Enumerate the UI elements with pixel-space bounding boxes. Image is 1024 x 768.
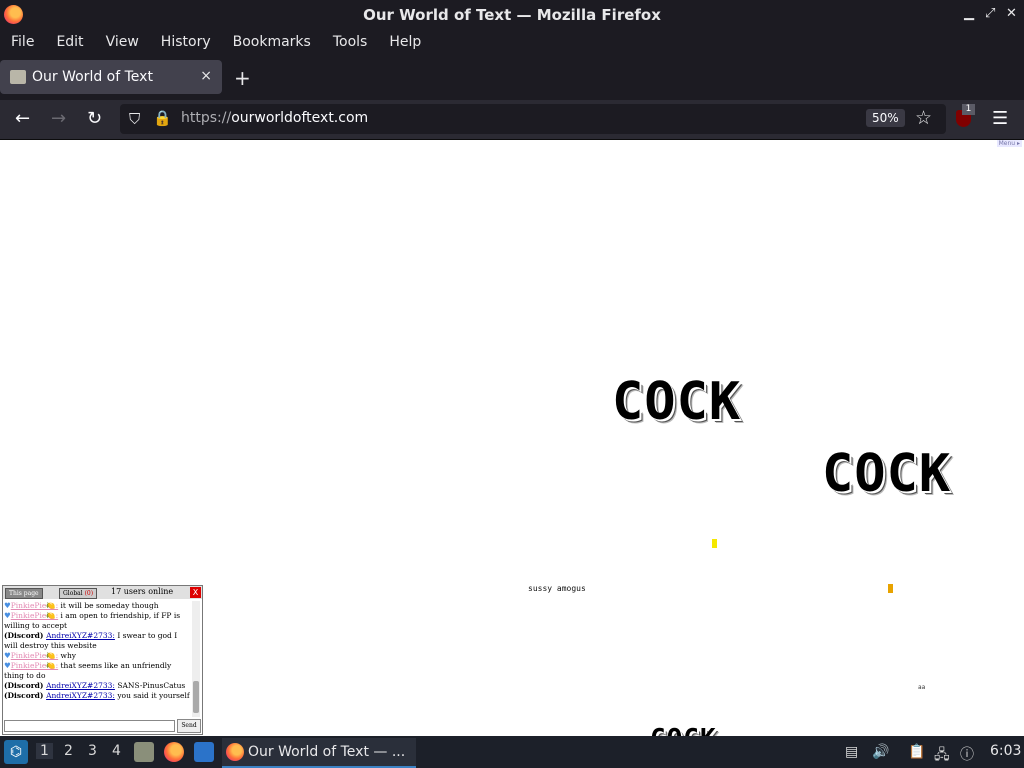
orange-cell <box>888 584 893 593</box>
chat-source-tag: (Discord) <box>4 691 47 700</box>
tab-close-icon[interactable]: × <box>200 68 212 84</box>
menu-view[interactable]: View <box>106 34 139 50</box>
firefox-launcher-icon[interactable] <box>164 742 184 762</box>
heart-icon: ♥ <box>4 611 11 620</box>
volume-icon[interactable]: 🔊 <box>872 744 889 760</box>
chat-nickname[interactable]: AndreiXYZ#2733: <box>46 681 115 690</box>
canvas-text: sussy amogus <box>528 584 586 593</box>
ascii-art-text: COCK <box>650 724 717 736</box>
zoom-level-button[interactable]: 50% <box>866 109 905 127</box>
restore-icon[interactable]: ⤢ <box>985 6 995 21</box>
minimize-icon[interactable]: ▁ <box>964 6 974 21</box>
ascii-art-text: COCK <box>822 444 952 504</box>
chat-message-text: you said it yourself <box>114 691 190 700</box>
canvas-text: aa <box>918 684 926 691</box>
lock-icon[interactable]: 🔒 <box>153 109 172 127</box>
chat-source-tag: (Discord) <box>4 681 47 690</box>
tray-storage-icon[interactable]: ▤ <box>845 744 858 760</box>
bookmark-star-icon[interactable]: ☆ <box>915 107 932 129</box>
start-menu-icon[interactable]: ⌬ <box>4 740 28 764</box>
chat-online-count: 17 users online <box>111 587 174 596</box>
chat-message: ♥PinkiePie🍋: it will be someday though <box>4 601 190 611</box>
taskbar-window-label: Our World of Text — ... <box>248 744 406 760</box>
chat-tab-global[interactable]: Global (0) <box>59 588 98 599</box>
chat-send-button[interactable]: Send <box>177 719 201 733</box>
yellow-cell <box>712 539 717 548</box>
chat-nickname[interactable]: PinkiePie🍋: <box>11 661 58 670</box>
chat-window: This page Global (0) 17 users online X ♥… <box>2 585 203 735</box>
window-titlebar: Our World of Text — Mozilla Firefox ▁ ⤢ … <box>0 0 1024 29</box>
chat-message: (Discord) AndreiXYZ#2733: you said it yo… <box>4 691 190 701</box>
chat-header: This page Global (0) 17 users online X <box>3 586 202 599</box>
chat-tab-page[interactable]: This page <box>5 588 43 599</box>
reload-icon[interactable]: ↻ <box>87 108 102 129</box>
menu-history[interactable]: History <box>161 34 211 50</box>
chat-message: ♥PinkiePie🍋: i am open to friendship, if… <box>4 611 190 631</box>
file-manager-icon[interactable] <box>134 742 154 762</box>
tab-strip: Our World of Text × + <box>0 54 1024 100</box>
chat-log: ♥PinkiePie🍋: it will be someday though ♥P… <box>4 601 190 717</box>
workspace-4[interactable]: 4 <box>112 743 121 759</box>
chat-nickname[interactable]: PinkiePie🍋: <box>11 611 58 620</box>
chat-global-count: (0) <box>84 590 94 597</box>
chat-message: ♥PinkiePie🍋: that seems like an unfriend… <box>4 661 190 681</box>
chat-scroll-thumb[interactable] <box>193 681 199 713</box>
chat-nickname[interactable]: AndreiXYZ#2733: <box>46 631 115 640</box>
chat-message-text: why <box>58 651 77 660</box>
menu-bookmarks[interactable]: Bookmarks <box>233 34 311 50</box>
chat-tab-global-label: Global <box>63 590 83 597</box>
url-host: ourworldoftext.com <box>231 110 369 126</box>
new-tab-button[interactable]: + <box>234 66 251 90</box>
notification-icon[interactable]: ⓘ <box>960 744 974 764</box>
ublock-badge-count: 1 <box>962 104 975 115</box>
taskbar: ⌬ 1 2 3 4 Our World of Text — ... ▤ 🔊 📋 … <box>0 736 1024 768</box>
owot-canvas[interactable]: Menu ▸ COCK COCK COCK sussy amogus aa Th… <box>0 140 1024 736</box>
workspace-2[interactable]: 2 <box>64 743 73 759</box>
forward-icon[interactable]: → <box>51 108 66 129</box>
chat-message: (Discord) AndreiXYZ#2733: I swear to god… <box>4 631 190 651</box>
tab-title: Our World of Text <box>32 69 153 85</box>
chat-message: (Discord) AndreiXYZ#2733: SANS-PinusCatu… <box>4 681 190 691</box>
chat-scrollbar[interactable] <box>192 601 200 717</box>
firefox-window-icon <box>226 743 244 761</box>
navigation-toolbar: ← → ↻ ⛉ 🔒 https://ourworldoftext.com 50%… <box>0 100 1024 140</box>
chat-source-tag: (Discord) <box>4 631 47 640</box>
heart-icon: ♥ <box>4 661 11 670</box>
chat-input[interactable] <box>4 720 175 732</box>
chat-close-button[interactable]: X <box>190 587 201 598</box>
url-protocol: https:// <box>181 110 232 126</box>
heart-icon: ♥ <box>4 651 11 660</box>
chat-nickname[interactable]: PinkiePie🍋: <box>11 601 58 610</box>
window-title: Our World of Text — Mozilla Firefox <box>363 5 661 24</box>
menu-tools[interactable]: Tools <box>333 34 368 50</box>
chat-nickname[interactable]: PinkiePie🍋: <box>11 651 58 660</box>
chat-message-text: it will be someday though <box>58 601 159 610</box>
desktop-icon[interactable] <box>194 742 214 762</box>
back-icon[interactable]: ← <box>15 108 30 129</box>
app-menu-icon[interactable]: ☰ <box>992 108 1008 129</box>
owot-favicon-icon <box>10 70 26 84</box>
menu-edit[interactable]: Edit <box>56 34 83 50</box>
taskbar-firefox-window[interactable]: Our World of Text — ... <box>222 738 416 768</box>
url-bar[interactable]: ⛉ 🔒 https://ourworldoftext.com 50% ☆ <box>120 104 946 134</box>
network-icon[interactable]: 🖧 <box>934 744 950 768</box>
chat-nickname[interactable]: AndreiXYZ#2733: <box>46 691 115 700</box>
menu-file[interactable]: File <box>11 34 34 50</box>
workspace-1[interactable]: 1 <box>36 743 53 759</box>
url-text[interactable]: https://ourworldoftext.com <box>181 110 368 126</box>
firefox-logo-icon <box>4 5 23 24</box>
chat-message-text: SANS-PinusCatus <box>114 681 186 690</box>
heart-icon: ♥ <box>4 601 11 610</box>
tracking-shield-icon[interactable]: ⛉ <box>129 110 140 128</box>
menu-bar: File Edit View History Bookmarks Tools H… <box>0 29 1024 54</box>
tab-our-world-of-text[interactable]: Our World of Text × <box>0 60 222 94</box>
chat-message: ♥PinkiePie🍋: why <box>4 651 190 661</box>
ascii-art-text: COCK <box>612 372 742 432</box>
clipboard-icon[interactable]: 📋 <box>908 744 925 760</box>
close-window-icon[interactable]: ✕ <box>1006 6 1017 21</box>
workspace-3[interactable]: 3 <box>88 743 97 759</box>
clock: 6:03 <box>990 743 1022 759</box>
menu-help[interactable]: Help <box>389 34 421 50</box>
owot-menu-tab[interactable]: Menu ▸ <box>996 140 1022 147</box>
